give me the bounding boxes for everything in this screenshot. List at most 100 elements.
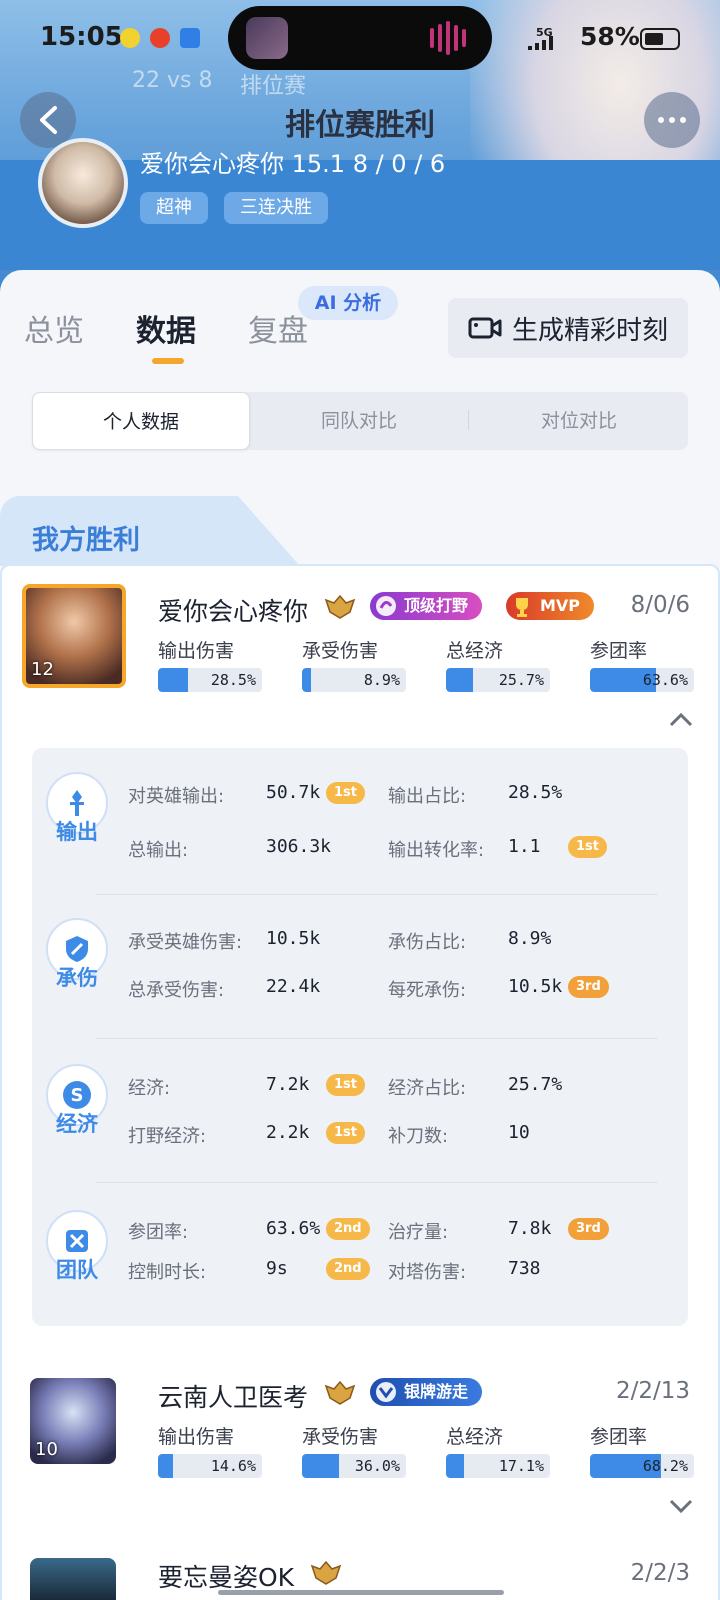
hero-portrait[interactable]: [30, 1558, 116, 1600]
stat-value: 2.2k: [266, 1122, 310, 1143]
stat-value: 28.5%: [508, 782, 563, 803]
audio-wave-icon: [462, 29, 466, 47]
rank-badge: 1st: [326, 1122, 365, 1144]
rank-emblem-icon: [324, 594, 356, 619]
divider: [96, 1182, 658, 1183]
stat-label: 输出占比:: [388, 786, 467, 807]
stat-label: 控制时长:: [128, 1262, 207, 1283]
metric-bar: 36.0%: [302, 1454, 406, 1478]
generate-highlights-button[interactable]: 生成精彩时刻: [448, 298, 688, 358]
segment-divider: [468, 410, 469, 430]
stat-label: 治疗量:: [388, 1222, 449, 1243]
metric-label: 输出伤害: [158, 1426, 235, 1448]
rank-emblem-icon: [310, 1560, 342, 1585]
category-label: 输出: [56, 820, 98, 844]
segmented-control: 个人数据 同队对比 对位对比: [32, 392, 688, 450]
metric-bar: 8.9%: [302, 668, 406, 692]
segment-personal[interactable]: 个人数据: [32, 392, 250, 450]
metric-label: 参团率: [590, 1426, 648, 1448]
stat-value: 1.1: [508, 836, 541, 857]
status-bar: 15:05 5G 58%: [0, 0, 720, 80]
page-title: 排位赛胜利: [285, 108, 435, 143]
stat-value: 9s: [266, 1258, 288, 1279]
stat-label: 总承受伤害:: [128, 980, 225, 1001]
stat-label: 经济:: [128, 1078, 171, 1099]
badge-silver-roamer: 银牌游走: [370, 1378, 483, 1406]
metric-bar: 14.6%: [158, 1454, 262, 1478]
hero-portrait[interactable]: 10: [30, 1378, 116, 1464]
more-button[interactable]: [644, 92, 700, 148]
stat-label: 经济占比:: [388, 1078, 467, 1099]
chevron-down-icon[interactable]: [668, 1498, 694, 1514]
stat-value: 63.6%: [266, 1218, 321, 1239]
stat-value: 10: [508, 1122, 530, 1143]
app-notification-icon: [180, 28, 200, 48]
app-notification-icon: [120, 28, 140, 48]
video-camera-icon: [468, 317, 502, 339]
stat-value: 738: [508, 1258, 541, 1279]
stat-value: 25.7%: [508, 1074, 563, 1095]
divider: [96, 1038, 658, 1039]
stat-value: 50.7k: [266, 782, 321, 803]
signal-icon: [528, 36, 553, 50]
tag-godlike: 超神: [140, 192, 208, 224]
hero-level: 10: [35, 1439, 58, 1460]
badge-top-jungler: 顶级打野: [370, 592, 483, 620]
section-title: 我方胜利: [32, 525, 140, 556]
status-time: 15:05: [40, 22, 123, 52]
stat-label: 输出转化率:: [388, 840, 485, 861]
battery-icon: [640, 28, 680, 50]
audio-wave-icon: [438, 24, 442, 52]
battery-percent: 58%: [580, 22, 640, 51]
stat-value: 10.5k: [508, 976, 563, 997]
stat-value: 306.3k: [266, 836, 332, 857]
hero-portrait[interactable]: 12: [22, 584, 126, 688]
tab-overview[interactable]: 总览: [24, 306, 84, 350]
chevron-up-icon[interactable]: [668, 712, 694, 728]
roamer-icon: [376, 1382, 396, 1402]
active-tab-indicator: [152, 358, 184, 364]
stat-label: 打野经济:: [128, 1126, 207, 1147]
stat-label: 参团率:: [128, 1222, 189, 1243]
segment-team-compare[interactable]: 同队对比: [250, 392, 468, 450]
rank-badge: 1st: [326, 1074, 365, 1096]
player-name: 要忘曼姿OK: [158, 1563, 295, 1592]
tab-data[interactable]: 数据: [136, 306, 196, 350]
audio-wave-icon: [454, 25, 458, 51]
generate-highlights-label: 生成精彩时刻: [511, 315, 668, 346]
app-notification-icon: [150, 28, 170, 48]
metric-label: 输出伤害: [158, 640, 235, 662]
stat-value: 7.2k: [266, 1074, 310, 1095]
stat-value: 7.8k: [508, 1218, 552, 1239]
metric-label: 总经济: [446, 1426, 504, 1448]
category-label: 经济: [56, 1112, 98, 1136]
segment-lane-compare[interactable]: 对位对比: [470, 392, 688, 450]
player-name: 云南人卫医考: [158, 1383, 309, 1412]
ai-analysis-chip[interactable]: AI 分析: [298, 286, 398, 320]
tab-replay[interactable]: 复盘: [248, 306, 308, 350]
metric-label: 参团率: [590, 640, 648, 662]
player-kda: 2/2/3: [630, 1560, 690, 1586]
rank-emblem-icon: [324, 1380, 356, 1405]
home-indicator[interactable]: [218, 1590, 504, 1595]
stat-label: 承受英雄伤害:: [128, 932, 243, 953]
player-kda: 8/0/6: [630, 592, 690, 618]
metric-label: 总经济: [446, 640, 504, 662]
badge-mvp: MVP: [506, 592, 595, 620]
stat-value: 10.5k: [266, 928, 321, 949]
player-avatar[interactable]: [38, 138, 128, 228]
rank-badge: 2nd: [326, 1258, 370, 1280]
metric-label: 承受伤害: [302, 1426, 379, 1448]
more-icon: [658, 117, 686, 123]
category-label: 团队: [56, 1258, 98, 1282]
media-thumbnail: [246, 17, 288, 59]
stat-label: 每死承伤:: [388, 980, 467, 1001]
metric-bar: 25.7%: [446, 668, 550, 692]
player-summary: 爱你会心疼你 15.1 8 / 0 / 6: [140, 150, 446, 178]
rank-badge: 2nd: [326, 1218, 370, 1240]
audio-wave-icon: [446, 21, 450, 55]
svg-text:S: S: [71, 1085, 84, 1106]
metric-bar: 17.1%: [446, 1454, 550, 1478]
rank-badge: 1st: [326, 782, 365, 804]
rank-badge: 3rd: [568, 976, 609, 998]
